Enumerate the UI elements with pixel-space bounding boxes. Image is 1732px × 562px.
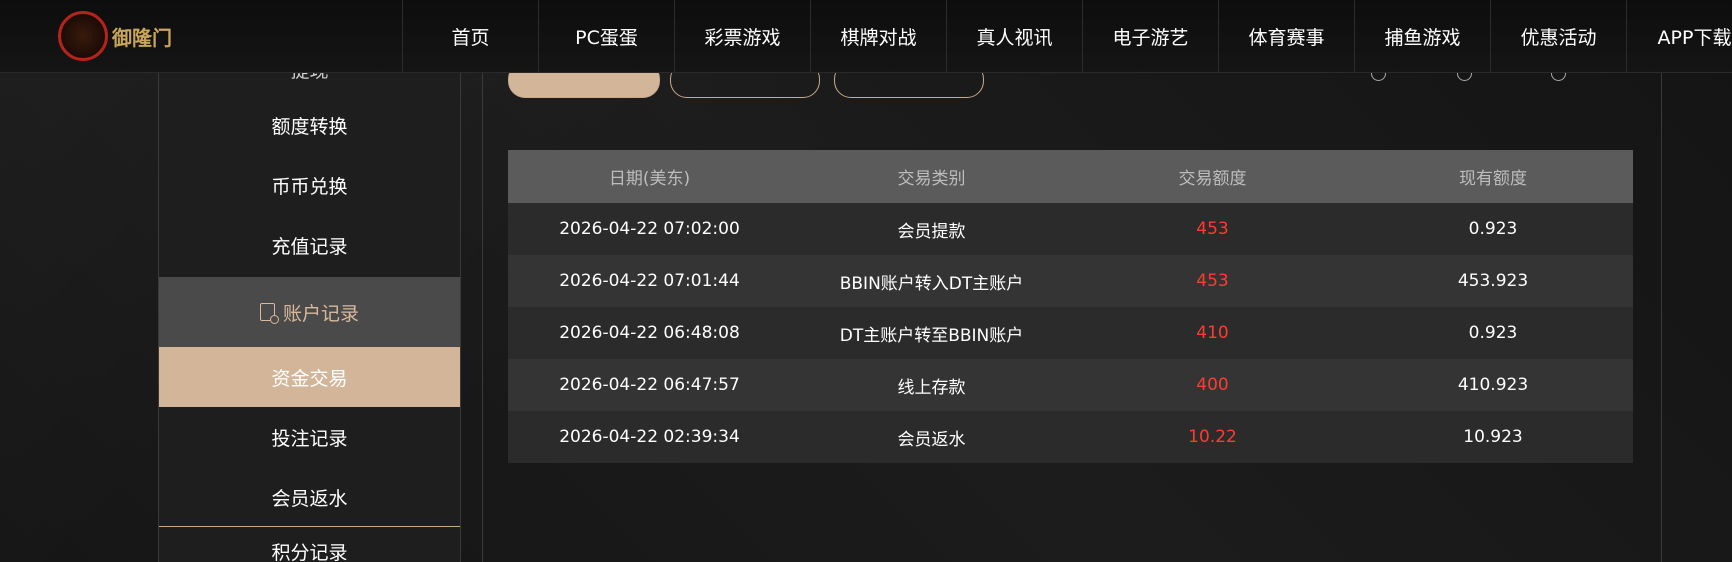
cell-type: DT主账户转至BBIN账户	[839, 325, 1024, 346]
top-nav-bar: 御隆门 首页 PC蛋蛋 彩票游戏 棋牌对战 真人视讯 电子游艺 体育赛事 捕鱼游…	[0, 0, 1732, 73]
sidebar-item-deposit-records[interactable]: 充值记录	[159, 232, 460, 259]
nav-item-live-casino[interactable]: 真人视讯	[946, 0, 1082, 72]
cell-amount: 453	[1196, 219, 1229, 239]
sidebar-item-points-records[interactable]: 积分记录	[159, 538, 460, 562]
cell-amount: 400	[1196, 375, 1229, 395]
cell-date: 2026-04-22 07:01:44	[559, 271, 740, 291]
sidebar-item-coin-exchange[interactable]: 币币兑换	[159, 172, 460, 199]
sidebar-group-label: 账户记录	[282, 302, 359, 325]
sidebar-item-rebate[interactable]: 会员返水	[159, 484, 460, 511]
cell-amount: 10.22	[1188, 427, 1237, 447]
cell-type: 线上存款	[897, 377, 966, 398]
table-row: 2026-04-22 07:02:00 会员提款 453 0.923	[508, 203, 1633, 255]
cell-balance: 0.923	[1468, 219, 1518, 239]
nav-item-fishing[interactable]: 捕鱼游戏	[1354, 0, 1490, 72]
cell-date: 2026-04-22 07:02:00	[559, 219, 740, 239]
cell-date: 2026-04-22 06:48:08	[559, 323, 740, 343]
nav-item-lottery[interactable]: 彩票游戏	[674, 0, 810, 72]
sidebar-group-account-records[interactable]: 账户记录	[159, 277, 460, 347]
cell-amount: 410	[1196, 323, 1229, 343]
nav-item-promotions[interactable]: 优惠活动	[1490, 0, 1626, 72]
document-icon	[259, 303, 279, 324]
logo-text: 御隆门	[112, 25, 172, 50]
transactions-table: 日期(美东) 交易类别 交易额度 现有额度 2026-04-22 07:02:0…	[508, 150, 1633, 463]
table-row: 2026-04-22 07:01:44 BBIN账户转入DT主账户 453 45…	[508, 255, 1633, 307]
cell-type: 会员提款	[897, 221, 966, 242]
column-header-date: 日期(美东)	[608, 169, 691, 189]
nav-item-slots[interactable]: 电子游艺	[1082, 0, 1218, 72]
table-row: 2026-04-22 06:48:08 DT主账户转至BBIN账户 410 0.…	[508, 307, 1633, 359]
sidebar-item-transfer[interactable]: 额度转换	[159, 112, 460, 139]
nav-item-sports[interactable]: 体育赛事	[1218, 0, 1354, 72]
brand-logo[interactable]: 御隆门	[58, 10, 188, 62]
cell-type: 会员返水	[897, 429, 966, 450]
table-row: 2026-04-22 02:39:34 会员返水 10.22 10.923	[508, 411, 1633, 463]
sidebar-item-fund-transactions[interactable]: 资金交易	[159, 347, 460, 407]
nav-item-home[interactable]: 首页	[402, 0, 538, 72]
nav-item-card-games[interactable]: 棋牌对战	[810, 0, 946, 72]
cell-balance: 410.923	[1457, 375, 1529, 395]
column-header-type: 交易类别	[897, 169, 966, 189]
cell-balance: 0.923	[1468, 323, 1518, 343]
nav-item-pc-dandan[interactable]: PC蛋蛋	[538, 0, 674, 72]
cell-amount: 453	[1196, 271, 1229, 291]
nav-item-app-download[interactable]: APP下载	[1626, 0, 1732, 72]
account-sidebar: 提现 额度转换 币币兑换 充值记录 账户记录 资金交易 投注记录 会员返水 积分…	[158, 60, 461, 562]
table-header-row: 日期(美东) 交易类别 交易额度 现有额度	[508, 150, 1633, 203]
main-nav: 首页 PC蛋蛋 彩票游戏 棋牌对战 真人视讯 电子游艺 体育赛事 捕鱼游戏 优惠…	[402, 0, 1732, 72]
cell-balance: 10.923	[1463, 427, 1523, 447]
table-row: 2026-04-22 06:47:57 线上存款 400 410.923	[508, 359, 1633, 411]
logo-mark-icon	[58, 11, 108, 61]
sidebar-divider	[159, 526, 460, 527]
cell-balance: 453.923	[1457, 271, 1529, 291]
main-content: 日期(美东) 交易类别 交易额度 现有额度 2026-04-22 07:02:0…	[482, 62, 1662, 562]
sidebar-item-bet-records[interactable]: 投注记录	[159, 424, 460, 451]
cell-date: 2026-04-22 02:39:34	[559, 427, 740, 447]
column-header-amount: 交易额度	[1178, 169, 1247, 189]
page: 御隆门 首页 PC蛋蛋 彩票游戏 棋牌对战 真人视讯 电子游艺 体育赛事 捕鱼游…	[0, 0, 1732, 562]
cell-type: BBIN账户转入DT主账户	[839, 273, 1024, 294]
column-header-balance: 现有额度	[1459, 169, 1527, 189]
cell-date: 2026-04-22 06:47:57	[559, 375, 740, 395]
sidebar-item-label: 资金交易	[271, 367, 348, 390]
